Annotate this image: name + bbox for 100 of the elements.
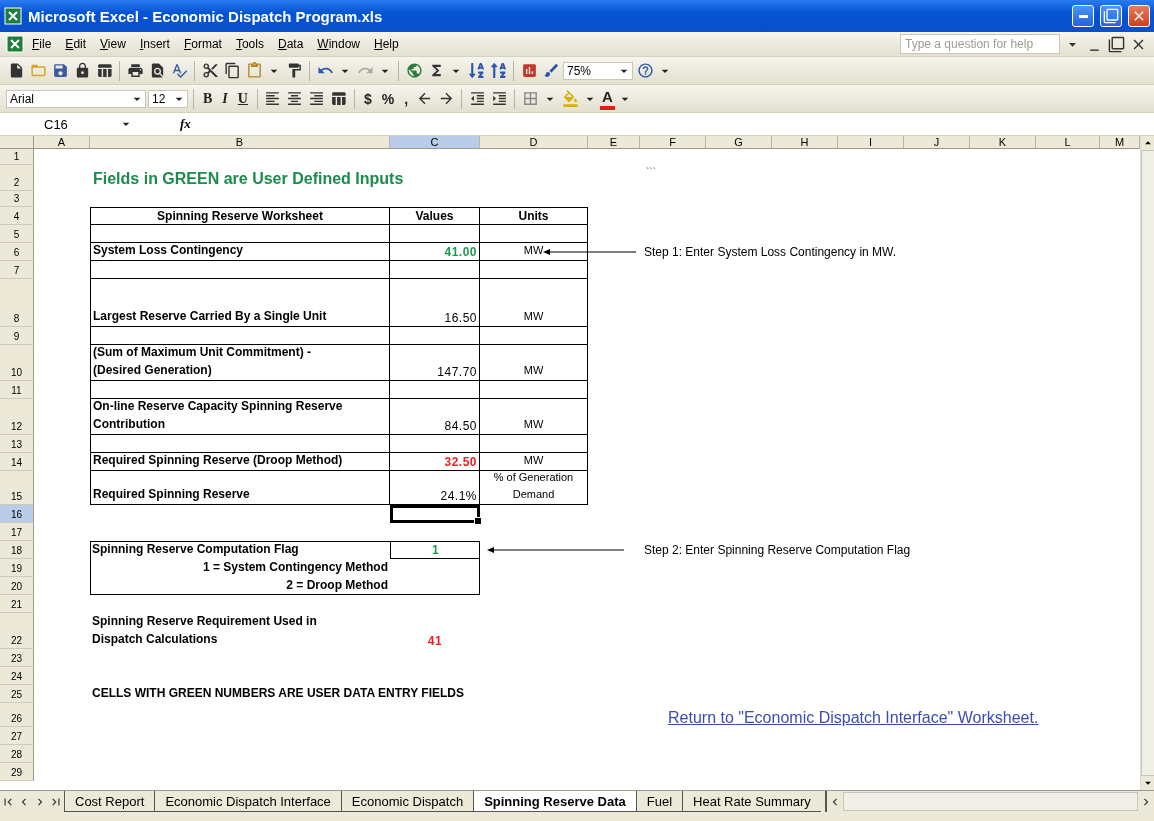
column-header[interactable]: D (480, 136, 588, 149)
row-header[interactable]: 18 (0, 541, 34, 559)
spreadsheet-logo-icon (6, 35, 24, 53)
column-header[interactable]: J (904, 136, 970, 149)
column-header[interactable]: H (772, 136, 838, 149)
row-header[interactable]: 26 (0, 703, 34, 727)
row-header[interactable]: 19 (0, 559, 34, 577)
unit-cell: % of Generation Demand (480, 471, 588, 505)
font-field[interactable]: Arial (6, 89, 146, 108)
column-header[interactable]: L (1036, 136, 1100, 149)
row-header[interactable]: 3 (0, 191, 34, 207)
menu-item[interactable]: Tools (229, 35, 270, 53)
notice-text: CELLS WITH GREEN NUMBERS ARE USER DATA ENTRY FIELDS (91, 685, 465, 702)
zoom-field[interactable]: 75% (563, 61, 633, 80)
row-header[interactable]: 14 (0, 453, 34, 471)
minimize-icon (1078, 14, 1088, 18)
currency-button[interactable]: $ (359, 87, 376, 110)
percent-button[interactable]: % (377, 87, 399, 110)
column-header[interactable]: B (90, 136, 390, 149)
row-label-cell: (Sum of Maximum Unit Commitment) - (Desired Generation) (90, 345, 390, 381)
menu-item[interactable]: Help (368, 35, 405, 53)
row-header[interactable]: 8 (0, 279, 34, 327)
column-header[interactable]: F (640, 136, 706, 149)
column-header[interactable]: C (390, 136, 480, 149)
menu-item[interactable]: Format (177, 35, 228, 53)
sheet-tab[interactable]: Economic Dispatch Interface (154, 791, 341, 812)
row-header[interactable]: 20 (0, 577, 34, 595)
sheet-title: Fields in GREEN are User Defined Inputs (92, 170, 405, 189)
value-cell: 84.50 (390, 399, 480, 435)
row-header[interactable]: 12 (0, 399, 34, 435)
row-header[interactable]: 17 (0, 523, 34, 541)
row-header[interactable]: 1 (0, 149, 34, 165)
unit-cell: MW (480, 399, 588, 435)
vertical-scrollbar[interactable] (1140, 136, 1154, 790)
row-header[interactable]: 2 (0, 165, 34, 191)
row-header[interactable]: 13 (0, 435, 34, 453)
column-header[interactable]: M (1100, 136, 1140, 149)
column-header[interactable]: G (706, 136, 772, 149)
flag-label: Spinning Reserve Computation Flag (91, 541, 300, 558)
table-header-cell: Units (480, 207, 588, 225)
row-header[interactable]: 23 (0, 649, 34, 667)
name-box[interactable]: C16 (4, 115, 134, 133)
value-cell: 16.50 (390, 279, 480, 327)
menu-item[interactable]: Edit (59, 35, 93, 53)
column-header[interactable]: A (34, 136, 90, 149)
row-header[interactable]: 5 (0, 225, 34, 243)
flag-option: 2 = Droop Method (90, 576, 390, 595)
sheet-tab[interactable]: Fuel (635, 791, 683, 812)
menu-item[interactable]: Window (311, 35, 366, 53)
restore-icon (1103, 8, 1119, 24)
row-header[interactable]: 24 (0, 667, 34, 685)
sheet-tab[interactable]: Cost Report (64, 791, 155, 812)
menu-item[interactable]: Data (271, 35, 310, 53)
row-header[interactable]: 7 (0, 261, 34, 279)
row-header[interactable]: 10 (0, 345, 34, 381)
comma-button[interactable]: , (400, 87, 413, 110)
minimize-button[interactable] (1072, 5, 1094, 27)
fill-color-icon[interactable] (560, 87, 581, 110)
function-label[interactable]: fx (180, 116, 191, 132)
menu-item[interactable]: Insert (133, 35, 176, 53)
worksheet-link[interactable]: Return to "Economic Dispatch Interface" Worksheet. (668, 709, 1039, 727)
row-header[interactable]: 15 (0, 471, 34, 505)
italic-button[interactable]: I (218, 87, 232, 110)
row-header[interactable]: 27 (0, 727, 34, 745)
restore-button[interactable] (1100, 5, 1122, 27)
row-header[interactable]: 11 (0, 381, 34, 399)
value-cell: 24.1% (390, 471, 480, 505)
requirement-label: Spinning Reserve Requirement Used in Dispatch Calculations (91, 613, 318, 648)
row-header[interactable]: 4 (0, 207, 34, 225)
row-header[interactable]: 22 (0, 613, 34, 649)
flag-value-cell[interactable]: 1 (390, 541, 480, 559)
sheet-tab[interactable]: Economic Dispatch (340, 791, 474, 812)
menu-item[interactable]: View (94, 35, 132, 53)
underline-button[interactable]: U (233, 87, 252, 110)
spreadsheet-logo-icon (4, 7, 22, 25)
flag-option: 1 = System Contingency Method (90, 558, 390, 577)
bold-button[interactable]: B (199, 87, 217, 110)
column-header[interactable]: K (970, 136, 1036, 149)
row-header[interactable]: 25 (0, 685, 34, 703)
step-note: Step 2: Enter Spinning Reserve Computation Flag (643, 543, 912, 557)
font-size-field[interactable]: 12 (148, 89, 188, 108)
selected-cell[interactable] (390, 505, 480, 523)
row-header[interactable]: 21 (0, 595, 34, 613)
column-header[interactable]: I (838, 136, 904, 149)
row-header[interactable]: 28 (0, 745, 34, 763)
help-search-field[interactable]: Type a question for help (900, 34, 1060, 54)
horizontal-scrollbar[interactable] (842, 792, 1138, 811)
stray-mark: ``` (645, 166, 657, 178)
requirement-value: 41 (427, 634, 443, 648)
close-button[interactable] (1128, 5, 1150, 27)
sheet-tab[interactable]: Spinning Reserve Data (473, 791, 636, 812)
row-header[interactable]: 29 (0, 763, 34, 781)
row-header[interactable]: 16 (0, 505, 34, 523)
sheet-tab[interactable]: Heat Rate Summary (682, 791, 821, 812)
font-color-button[interactable]: A (600, 87, 615, 110)
menu-item[interactable]: File (26, 35, 58, 53)
value-cell: 41.00 (390, 243, 480, 261)
column-header[interactable]: E (588, 136, 640, 149)
row-header[interactable]: 6 (0, 243, 34, 261)
row-header[interactable]: 9 (0, 327, 34, 345)
